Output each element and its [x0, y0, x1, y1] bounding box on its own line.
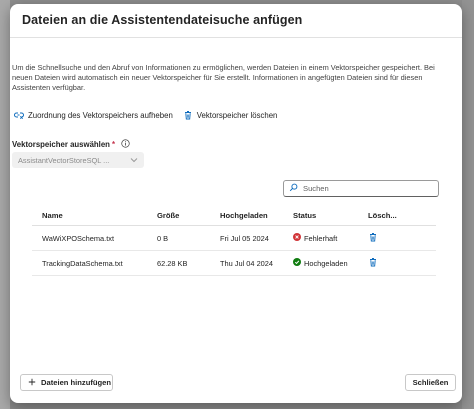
header-uploaded[interactable]: Hochgeladen — [220, 211, 293, 220]
files-table: Name Größe Hochgeladen Status Lösch... W… — [32, 205, 436, 276]
table-row: WaWiXPOSchema.txt 0 B Fri Jul 05 2024 Fe… — [32, 226, 436, 251]
delete-store-label: Vektorspeicher löschen — [196, 110, 278, 120]
close-label: Schließen — [412, 378, 449, 387]
header-delete[interactable]: Lösch... — [368, 211, 436, 220]
file-status: Hochgeladen — [293, 258, 368, 268]
close-button[interactable]: Schließen — [405, 374, 456, 391]
vector-store-actions: Zuordnung des Vektorspeichers aufheben V… — [14, 110, 277, 120]
vector-store-label: Vektorspeicher auswählen — [12, 140, 110, 149]
file-size: 0 B — [157, 233, 169, 243]
check-circle-icon — [293, 258, 301, 268]
unassign-vector-store-button[interactable]: Zuordnung des Vektorspeichers aufheben — [14, 110, 173, 120]
table-row: TrackingDataSchema.txt 62.28 KB Thu Jul … — [32, 251, 436, 276]
plus-icon — [28, 378, 36, 388]
header-name[interactable]: Name — [32, 211, 157, 220]
chevron-down-icon — [130, 156, 138, 165]
vector-store-select[interactable]: AssistantVectorStoreSQL ... — [12, 152, 144, 168]
vector-store-field-label: Vektorspeicher auswählen * — [12, 139, 130, 150]
file-name: TrackingDataSchema.txt — [42, 258, 123, 268]
background-right-panel — [462, 0, 474, 409]
add-files-button[interactable]: Dateien hinzufügen — [20, 374, 113, 391]
status-text: Fehlerhaft — [304, 233, 338, 243]
search-icon — [289, 183, 298, 194]
header-status[interactable]: Status — [293, 211, 368, 220]
trash-icon — [368, 258, 378, 269]
trash-icon — [183, 110, 193, 120]
row-delete-button[interactable] — [368, 257, 436, 269]
required-marker: * — [111, 140, 115, 149]
file-uploaded: Fri Jul 05 2024 — [220, 233, 269, 243]
trash-icon — [368, 233, 378, 244]
error-icon — [293, 233, 301, 243]
dialog-title: Dateien an die Assistentendateisuche anf… — [22, 13, 303, 27]
info-icon[interactable] — [121, 139, 130, 150]
table-header: Name Größe Hochgeladen Status Lösch... — [32, 205, 436, 226]
link-dismiss-icon — [14, 110, 24, 120]
vector-store-selected-value: AssistantVectorStoreSQL ... — [18, 155, 110, 165]
status-text: Hochgeladen — [304, 258, 348, 268]
file-size: 62.28 KB — [157, 258, 188, 268]
search-input[interactable]: Suchen — [283, 180, 439, 197]
file-name: WaWiXPOSchema.txt — [42, 233, 115, 243]
search-placeholder: Suchen — [303, 184, 329, 193]
file-status: Fehlerhaft — [293, 233, 368, 243]
unassign-label: Zuordnung des Vektorspeichers aufheben — [28, 110, 173, 120]
row-delete-button[interactable] — [368, 232, 436, 244]
dialog-header: Dateien an die Assistentendateisuche anf… — [10, 4, 462, 38]
file-uploaded: Thu Jul 04 2024 — [220, 258, 274, 268]
header-size[interactable]: Größe — [157, 211, 220, 220]
delete-vector-store-button[interactable]: Vektorspeicher löschen — [183, 110, 278, 120]
background-left-panel — [0, 0, 10, 409]
dialog-description: Um die Schnellsuche und den Abruf von In… — [12, 63, 435, 92]
add-files-label: Dateien hinzufügen — [41, 378, 112, 387]
